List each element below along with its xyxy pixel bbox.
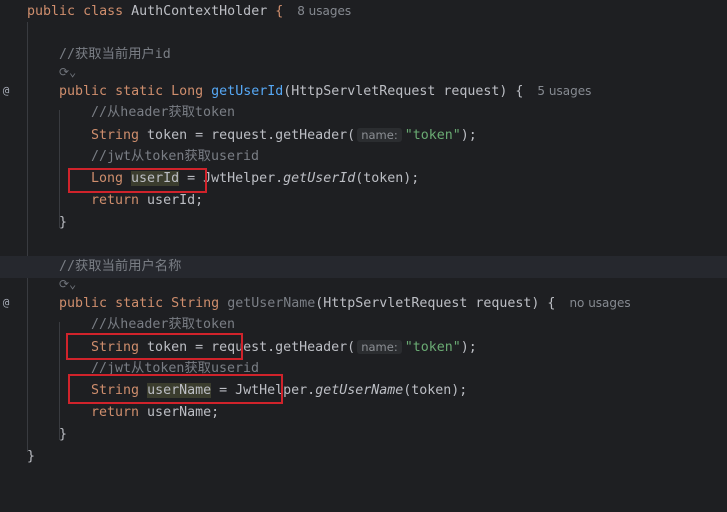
code-line[interactable]: String token = request.getHeader(name: "t… <box>0 124 727 146</box>
code-line[interactable]: //jwt从token获取userid <box>0 146 727 168</box>
method-name: getUserId <box>211 84 284 99</box>
method-name: getUserName <box>227 296 316 311</box>
param-name-hint: name: <box>357 128 402 142</box>
code-line[interactable]: @ public static String getUserName(HttpS… <box>0 292 727 314</box>
code-line[interactable]: } <box>0 212 727 234</box>
class-name: AuthContextHolder <box>131 4 268 19</box>
code-line[interactable]: return userName; <box>0 402 727 424</box>
code-line[interactable]: @ public static Long getUserId(HttpServl… <box>0 80 727 102</box>
code-line[interactable]: ⟳⌄ <box>0 275 727 293</box>
code-line[interactable]: ⟳⌄ <box>0 63 727 81</box>
override-icon[interactable]: @ <box>0 80 12 102</box>
param-name-hint: name: <box>357 340 402 354</box>
code-line[interactable]: } <box>0 446 727 468</box>
fold-toggle-icon[interactable]: ⟳⌄ <box>59 275 76 293</box>
code-line[interactable]: } <box>0 424 727 446</box>
annotation-box <box>68 168 207 193</box>
annotation-box <box>68 374 283 404</box>
usages-hint[interactable]: no usages <box>555 296 630 310</box>
fold-toggle-icon[interactable]: ⟳⌄ <box>59 63 76 81</box>
code-line[interactable]: //从header获取token <box>0 102 727 124</box>
override-icon[interactable]: @ <box>0 292 12 314</box>
code-editor[interactable]: public class AuthContextHolder {8 usages… <box>0 0 727 473</box>
usages-hint[interactable]: 5 usages <box>523 84 591 98</box>
annotation-box <box>66 333 243 360</box>
usages-hint[interactable]: 8 usages <box>283 4 351 18</box>
code-line[interactable]: public class AuthContextHolder {8 usages <box>0 0 727 22</box>
code-line[interactable]: return userId; <box>0 190 727 212</box>
